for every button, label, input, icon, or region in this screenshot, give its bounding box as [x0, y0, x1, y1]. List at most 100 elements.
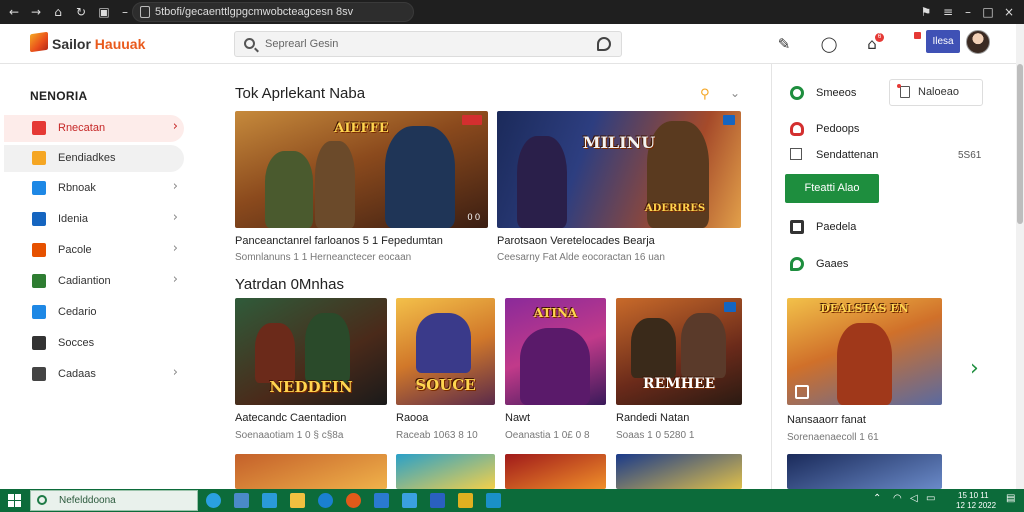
notice-label: Naloeao	[918, 86, 959, 98]
wifi-icon[interactable]: ◠	[893, 493, 902, 504]
sidebar-item[interactable]: Eendiadkes	[4, 145, 184, 172]
featured-card-thumbnail[interactable]: AIEFFE 0 0	[235, 111, 488, 228]
featured-side-thumbnail[interactable]	[787, 454, 942, 489]
comment-icon[interactable]: ◯	[819, 34, 839, 54]
sidebar-item[interactable]: Cedario	[4, 299, 184, 326]
address-bar[interactable]: 5tbofi/gecaenttlgpgcmwobcteagcesn 8sv	[132, 2, 414, 22]
flag-icon[interactable]: ⚑	[918, 4, 934, 20]
folder-icon[interactable]	[290, 493, 305, 508]
art-title: DEALSTAS EN	[820, 302, 909, 315]
window-icon[interactable]	[234, 493, 249, 508]
chevron-right-icon[interactable]: ›	[970, 356, 979, 381]
game-card-thumbnail[interactable]	[396, 454, 495, 489]
pen-icon	[32, 212, 46, 226]
volume-icon[interactable]: ◁	[910, 493, 918, 504]
card-title[interactable]: Panceanctanrel farloanos 5 1 Fepedumtan	[235, 235, 443, 247]
scrollbar[interactable]	[1016, 24, 1024, 489]
sidebar-item[interactable]: Socces	[4, 330, 184, 357]
explorer-icon[interactable]	[374, 493, 389, 508]
notification-center-icon[interactable]: ▤	[1006, 493, 1015, 504]
game-card-thumbnail[interactable]: SOUCE	[396, 298, 495, 405]
home-icon[interactable]: ⌂	[50, 4, 66, 20]
grid-icon	[32, 151, 46, 165]
card-title[interactable]: Nansaaorr fanat	[787, 414, 866, 426]
logo-icon[interactable]	[30, 31, 48, 53]
primary-action-button[interactable]: Fteatti Alao	[785, 174, 879, 203]
language-button[interactable]: Ilesa	[926, 30, 960, 53]
sidebar: NENORIA Rnecatan › Eendiadkes Rbnoak › Idenia…	[0, 64, 196, 489]
notes-icon[interactable]	[458, 493, 473, 508]
clock-time[interactable]: 15 10 11	[958, 491, 989, 500]
game-card-thumbnail[interactable]	[505, 454, 606, 489]
browser-icon[interactable]	[318, 493, 333, 508]
right-panel-label: Pedoops	[816, 123, 860, 135]
sidebar-item[interactable]: Pacole ›	[4, 237, 184, 264]
logo-main: Sailor	[52, 36, 91, 52]
logo-text[interactable]: Sailor Hauuak	[52, 36, 145, 52]
card-title[interactable]: Randedi Natan	[616, 412, 689, 424]
play-icon[interactable]	[795, 385, 809, 399]
sidebar-item[interactable]: Idenia ›	[4, 206, 184, 233]
forward-icon[interactable]: →	[28, 4, 44, 20]
sidebar-item-label: Pacole	[58, 244, 92, 256]
store-icon[interactable]	[262, 493, 277, 508]
pin-icon[interactable]: ✎	[774, 34, 794, 54]
minimize-icon[interactable]: –	[960, 4, 976, 20]
card-subtitle: Soaas 1 0 5280 1	[616, 430, 695, 441]
card-title[interactable]: Aatecandc Caentadion	[235, 412, 346, 424]
sidebar-item[interactable]: Rbnoak ›	[4, 175, 184, 202]
logo-accent: Hauuak	[94, 36, 146, 52]
notification-badge: 6	[875, 33, 884, 42]
back-icon[interactable]: ←	[6, 4, 22, 20]
sidebar-item[interactable]: Cadaas ›	[4, 361, 184, 388]
sidebar-item[interactable]: Cadiantion ›	[4, 268, 184, 295]
scroll-thumb[interactable]	[1017, 64, 1023, 224]
firefox-icon[interactable]	[346, 493, 361, 508]
extension-icon[interactable]: ▣	[96, 4, 112, 20]
reload-icon[interactable]: ↻	[73, 4, 89, 20]
chat-bubble-icon[interactable]	[597, 37, 611, 51]
search-input[interactable]: Seprearl Gesin	[234, 31, 622, 57]
sidebar-item[interactable]: Rnecatan ›	[4, 115, 184, 142]
tag-badge	[724, 302, 736, 312]
game-card-thumbnail[interactable]	[616, 454, 742, 489]
star-icon	[32, 305, 46, 319]
photos-icon[interactable]	[402, 493, 417, 508]
game-card-thumbnail[interactable]: ATINA	[505, 298, 606, 405]
puzzle-icon	[32, 274, 46, 288]
card-title[interactable]: Parotsaon Veretelocades Bearja	[497, 235, 655, 247]
notice-button[interactable]: Naloeao	[889, 79, 983, 106]
chevron-down-icon[interactable]: ⌄	[730, 86, 740, 100]
taskbar-search-input[interactable]: Nefelddoona	[30, 490, 198, 511]
section-title-top: Tok Aprlekant Naba	[235, 85, 366, 102]
chat-icon	[790, 257, 804, 271]
avatar[interactable]	[966, 30, 990, 54]
featured-card-thumbnail[interactable]: MILINU ADERIRES	[497, 111, 741, 228]
settings-app-icon[interactable]	[486, 493, 501, 508]
maximize-icon[interactable]: □	[980, 4, 996, 20]
card-title[interactable]: Nawt	[505, 412, 530, 424]
close-icon[interactable]: ×	[1001, 4, 1017, 20]
featured-side-thumbnail[interactable]: DEALSTAS EN	[787, 298, 942, 405]
right-panel: Smeeos Naloeao Pedoops Sendattenan 5S61 …	[771, 64, 1016, 489]
edge-icon[interactable]	[206, 493, 221, 508]
game-card-thumbnail[interactable]	[235, 454, 387, 489]
card-title[interactable]: Raooa	[396, 412, 428, 424]
sidebar-item-label: Rnecatan	[58, 122, 106, 134]
section-title-trending: Yatrdan 0Mnhas	[235, 276, 344, 293]
windows-icon	[32, 181, 46, 195]
clock-date[interactable]: 12 12 2022	[956, 501, 996, 510]
sidebar-item-label: Rbnoak	[58, 182, 96, 194]
word-icon[interactable]	[430, 493, 445, 508]
windows-start-icon[interactable]	[8, 494, 21, 507]
search-icon[interactable]: ⚲	[700, 87, 710, 102]
banner-text: ADERIRES	[644, 203, 706, 214]
game-card-thumbnail[interactable]: NEDDEIN	[235, 298, 387, 405]
taskbar-search-text: Nefelddoona	[59, 495, 116, 506]
card-subtitle: Ceesarny Fat Alde eocoractan 16 uan	[497, 252, 665, 263]
chevron-up-icon[interactable]: ⌃	[873, 493, 881, 504]
minus-icon[interactable]: –	[117, 4, 133, 20]
game-card-thumbnail[interactable]: REMHEE	[616, 298, 742, 405]
battery-icon[interactable]: ▭	[926, 493, 935, 504]
menu-icon[interactable]: ≡	[940, 4, 956, 20]
